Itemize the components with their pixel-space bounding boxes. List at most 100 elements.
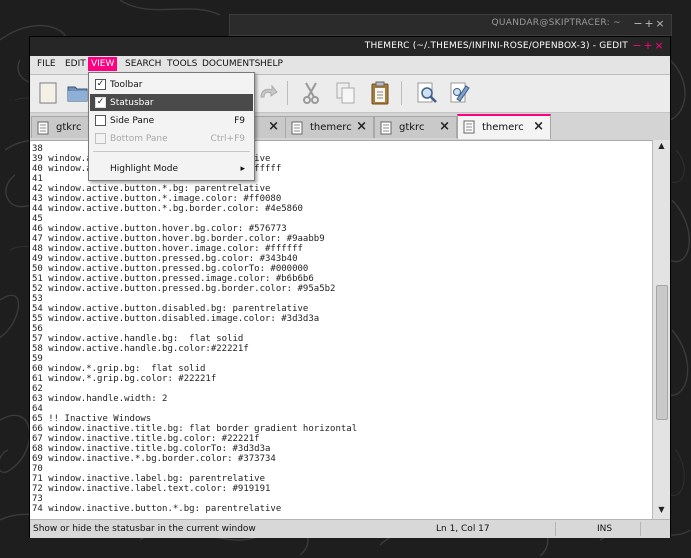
line-text: window.active.button.disabled.bg: parent… [48, 304, 309, 314]
find-button[interactable] [413, 79, 441, 107]
tab-themerc[interactable]: themerc × [285, 116, 374, 138]
tab-label: themerc [482, 122, 524, 133]
close-icon[interactable]: × [655, 17, 665, 31]
scrollbar-thumb[interactable] [656, 285, 668, 420]
line-number: 70 [32, 464, 43, 474]
line-number: 66 [32, 424, 43, 434]
tab-gtkrc-2[interactable]: gtkrc × [374, 116, 457, 138]
menu-view[interactable]: VIEW [88, 57, 118, 71]
code-line[interactable]: 74 window.inactive.button.*.bg: parentre… [32, 504, 357, 514]
scroll-up-icon[interactable]: ▲ [653, 141, 670, 153]
code-line[interactable]: 71 window.inactive.label.bg: parentrelat… [32, 474, 357, 484]
line-number: 64 [32, 404, 43, 414]
scroll-down-icon[interactable]: ▼ [653, 505, 670, 517]
line-text: window.inactive.title.bg.colorTo: #3d3d3… [48, 444, 271, 454]
line-number: 56 [32, 324, 43, 334]
status-message: Show or hide the statusbar in the curren… [33, 524, 256, 534]
line-number: 39 [32, 154, 43, 164]
code-line[interactable]: 50 window.active.button.pressed.bg.color… [32, 264, 357, 274]
code-line[interactable]: 46 window.active.button.hover.bg.color: … [32, 224, 357, 234]
find-replace-button[interactable] [446, 79, 474, 107]
checkbox-unchecked-icon[interactable] [95, 115, 106, 126]
menu-help[interactable]: HELP [260, 59, 283, 69]
tab-themerc-active[interactable]: themerc × [457, 114, 551, 139]
menu-item-side-pane[interactable]: Side Pane F9 [90, 112, 253, 129]
code-line[interactable]: 57 window.active.handle.bg: flat solid [32, 334, 357, 344]
line-text: window.active.button.disabled.image.colo… [48, 314, 320, 324]
maximize-icon[interactable]: + [643, 39, 653, 53]
line-text: window.active.button.pressed.image.color… [48, 274, 314, 284]
menu-edit[interactable]: EDIT [65, 59, 86, 69]
minimize-icon[interactable]: − [632, 39, 642, 53]
code-line[interactable]: 61 window.*.grip.bg.color: #22221f [32, 374, 357, 384]
new-document-button[interactable] [34, 79, 62, 107]
checkbox-checked-icon[interactable]: ✓ [95, 97, 106, 108]
menu-search[interactable]: SEARCH [125, 59, 161, 69]
code-line[interactable]: 54 window.active.button.disabled.bg: par… [32, 304, 357, 314]
menu-item-statusbar[interactable]: ✓ Statusbar [90, 94, 253, 111]
close-icon[interactable]: × [356, 120, 367, 134]
code-line[interactable]: 51 window.active.button.pressed.image.co… [32, 274, 357, 284]
close-icon[interactable]: × [654, 39, 664, 53]
code-line[interactable]: 72 window.inactive.label.text.color: #91… [32, 484, 357, 494]
code-line[interactable]: 62 [32, 384, 357, 394]
code-line[interactable]: 68 window.inactive.title.bg.colorTo: #3d… [32, 444, 357, 454]
code-line[interactable]: 60 window.*.grip.bg: flat solid [32, 364, 357, 374]
code-content[interactable]: 37 window.active.button.*.image.color: #… [30, 141, 357, 514]
code-line[interactable]: 47 window.active.button.hover.bg.border.… [32, 234, 357, 244]
code-line[interactable]: 59 [32, 354, 357, 364]
code-line[interactable]: 64 [32, 404, 357, 414]
copy-button[interactable] [331, 79, 359, 107]
document-icon [291, 121, 303, 135]
redo-button[interactable] [254, 79, 282, 107]
menu-item-highlight-mode[interactable]: Highlight Mode ▸ [90, 160, 253, 177]
code-line[interactable]: 69 window.inactive.*.bg.border.color: #3… [32, 454, 357, 464]
line-number: 41 [32, 174, 43, 184]
code-line[interactable]: 44 window.active.button.*.bg.border.colo… [32, 204, 357, 214]
line-number: 51 [32, 274, 43, 284]
code-line[interactable]: 65 !! Inactive Windows [32, 414, 357, 424]
checkbox-checked-icon[interactable]: ✓ [95, 79, 106, 90]
close-icon[interactable]: × [533, 120, 544, 134]
menu-tools[interactable]: TOOLS [167, 59, 197, 69]
code-line[interactable]: 49 window.active.button.pressed.bg.color… [32, 254, 357, 264]
code-line[interactable]: 52 window.active.button.pressed.bg.borde… [32, 284, 357, 294]
code-line[interactable]: 55 window.active.button.disabled.image.c… [32, 314, 357, 324]
code-line[interactable]: 45 [32, 214, 357, 224]
minimize-icon[interactable]: − [633, 17, 643, 31]
code-line[interactable]: 63 window.handle.width: 2 [32, 394, 357, 404]
insert-mode: INS [597, 524, 613, 534]
tab-themerc-partial[interactable]: × [254, 116, 286, 138]
vertical-scrollbar[interactable]: ▲ ▼ [652, 140, 670, 519]
code-line[interactable]: 56 [32, 324, 357, 334]
code-line[interactable]: 67 window.inactive.title.bg.color: #2222… [32, 434, 357, 444]
code-line[interactable]: 66 window.inactive.title.bg: flat border… [32, 424, 357, 434]
code-line[interactable]: 42 window.active.button.*.bg: parentrela… [32, 184, 357, 194]
line-text: window.inactive.*.bg.border.color: #3737… [48, 454, 276, 464]
code-line[interactable]: 58 window.active.handle.bg.color:#22221f [32, 344, 357, 354]
line-text: window.active.button.hover.image.color: … [48, 244, 303, 254]
submenu-arrow-icon: ▸ [240, 164, 245, 174]
window-title: THEMERC (~/.THEMES/INFINI-ROSE/OPENBOX-3… [364, 41, 628, 51]
menu-documents[interactable]: DOCUMENTS [202, 59, 260, 69]
code-line[interactable]: 48 window.active.button.hover.image.colo… [32, 244, 357, 254]
menu-item-accelerator: F9 [234, 116, 245, 126]
close-icon[interactable]: × [439, 120, 450, 134]
cut-button[interactable] [297, 79, 325, 107]
line-text: window.active.button.*.bg: parentrelativ… [48, 184, 271, 194]
code-line[interactable]: 70 [32, 464, 357, 474]
menu-item-toolbar[interactable]: ✓ Toolbar [90, 76, 253, 93]
line-text: window.active.button.hover.bg.border.col… [48, 234, 325, 244]
menu-file[interactable]: FILE [37, 59, 56, 69]
code-line[interactable]: 73 [32, 494, 357, 504]
code-line[interactable]: 53 [32, 294, 357, 304]
toolbar-separator [287, 81, 288, 105]
window-titlebar[interactable]: THEMERC (~/.THEMES/INFINI-ROSE/OPENBOX-3… [30, 37, 670, 56]
line-text: window.active.button.*.bg.border.color: … [48, 204, 303, 214]
statusbar: Show or hide the statusbar in the curren… [30, 519, 670, 538]
paste-button[interactable] [366, 79, 394, 107]
close-icon[interactable]: × [268, 120, 279, 134]
text-editor[interactable]: 37 window.active.button.*.image.color: #… [30, 140, 652, 520]
code-line[interactable]: 43 window.active.button.*.image.color: #… [32, 194, 357, 204]
maximize-icon[interactable]: + [644, 17, 654, 31]
